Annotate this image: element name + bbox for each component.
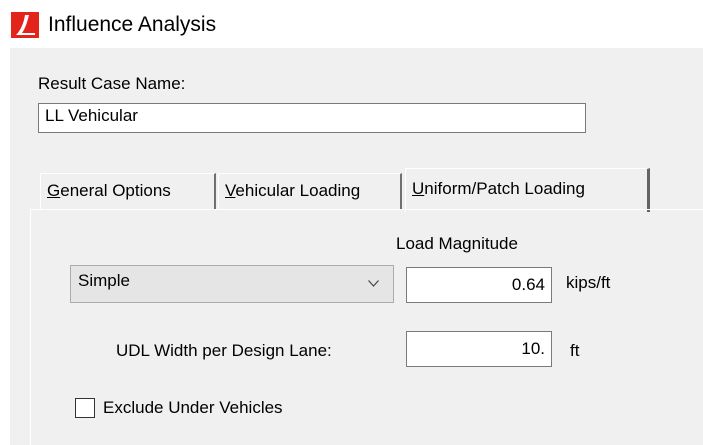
exclude-under-vehicles-label[interactable]: Exclude Under Vehicles: [103, 397, 283, 419]
title-bar: Influence Analysis: [0, 0, 703, 48]
load-type-select[interactable]: Simple: [70, 265, 394, 303]
exclude-under-vehicles-checkbox[interactable]: [75, 398, 95, 418]
load-magnitude-unit: kips/ft: [566, 273, 611, 292]
tab-vehicular-loading-mnemonic: V: [225, 181, 236, 200]
result-case-name-input[interactable]: LL Vehicular: [38, 103, 586, 133]
tab-uniform-patch-loading-mnemonic: U: [412, 179, 425, 198]
tab-vehicular-loading-label: ehicular Loading: [235, 181, 361, 200]
udl-width-input[interactable]: 10.: [406, 331, 552, 367]
tab-general-options[interactable]: General Options: [40, 173, 216, 209]
tab-uniform-patch-loading[interactable]: Uniform/Patch Loading: [405, 168, 650, 212]
tab-vehicular-loading[interactable]: Vehicular Loading: [218, 173, 402, 209]
load-type-selected: Simple: [78, 271, 130, 290]
window-title: Influence Analysis: [48, 13, 217, 36]
tab-general-options-mnemonic: G: [47, 181, 61, 200]
result-case-name-label: Result Case Name:: [38, 74, 186, 93]
tab-uniform-patch-loading-label: niform/Patch Loading: [424, 179, 585, 198]
chevron-down-icon: [368, 280, 379, 287]
udl-width-label: UDL Width per Design Lane:: [116, 341, 332, 360]
udl-width-unit: ft: [570, 341, 580, 360]
load-magnitude-input[interactable]: 0.64: [406, 267, 552, 303]
load-magnitude-label: Load Magnitude: [396, 234, 518, 253]
app-logo-icon: [11, 12, 39, 38]
tab-general-options-label: eneral Options: [60, 181, 171, 200]
